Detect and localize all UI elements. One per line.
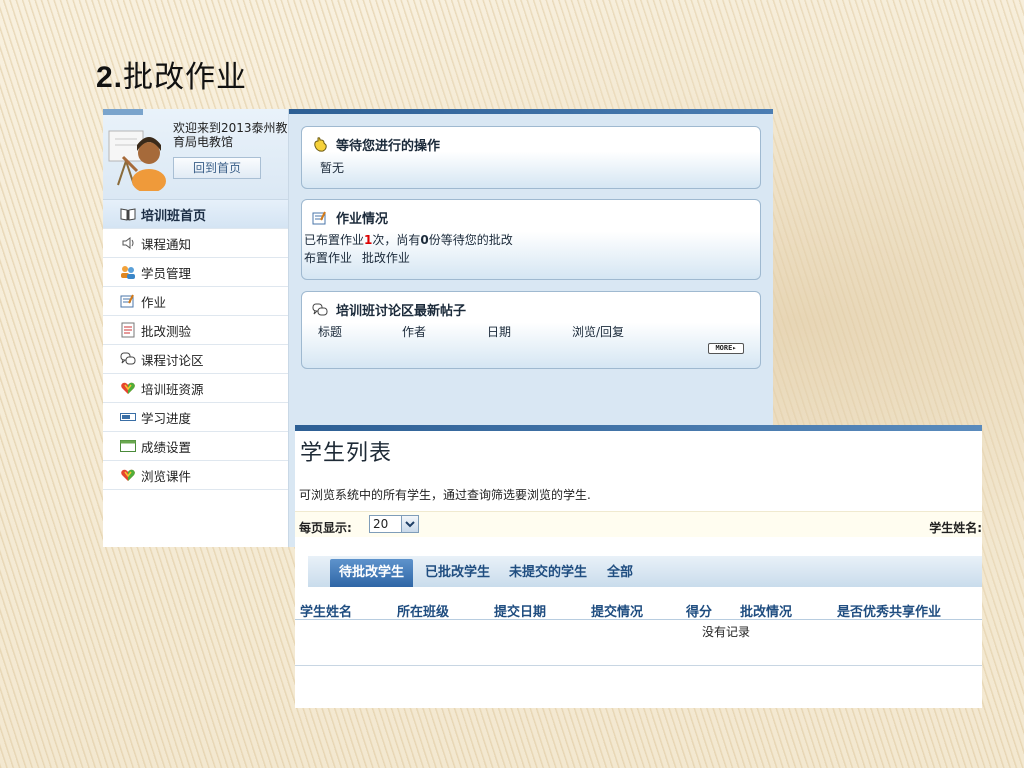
sidebar-item-grade-settings[interactable]: 成绩设置 [103, 432, 288, 461]
chevron-down-icon [401, 516, 418, 532]
teacher-avatar-icon [108, 130, 166, 191]
per-page-value: 20 [373, 517, 389, 531]
forum-title: 培训班讨论区最新帖子 [336, 304, 467, 319]
homework-links: 布置作业 批改作业 [304, 249, 410, 266]
summary-mid: 次，尚有 [372, 233, 421, 247]
assign-homework-link[interactable]: 布置作业 [304, 251, 352, 265]
main-topbar [289, 109, 773, 114]
homework-summary: 已布置作业1次，尚有0份等待您的批改 [304, 231, 513, 248]
sidebar-item-label: 批改测验 [141, 323, 192, 339]
student-name-label: 学生姓名: [929, 521, 982, 535]
col-grading-status[interactable]: 批改情况 [740, 601, 792, 620]
status-tab-bar: 待批改学生 已批改学生 未提交的学生 全部 [308, 556, 982, 587]
homework-icon [120, 293, 136, 309]
sidebar-item-grade-quiz[interactable]: 批改测验 [103, 316, 288, 345]
summary-suffix: 份等待您的批改 [428, 233, 513, 247]
profile-header: 欢迎来到2013泰州教育局电教馆 回到首页 [103, 109, 288, 200]
sidebar-item-label: 浏览课件 [141, 468, 192, 484]
student-table-header: 学生姓名 所在班级 提交日期 提交情况 得分 批改情况 是否优秀共享作业 [295, 598, 982, 620]
sidebar-item-label: 课程通知 [141, 236, 192, 252]
col-submit-status[interactable]: 提交情况 [591, 601, 643, 620]
homework-title: 作业情况 [336, 212, 389, 227]
student-list-title: 学生列表 [300, 441, 393, 466]
slide-number: 2. [96, 61, 124, 94]
filter-bar: 每页显示: 20 学生姓名: [295, 511, 982, 537]
table-divider [295, 665, 982, 666]
sidebar-item-learning-progress[interactable]: 学习进度 [103, 403, 288, 432]
sidebar-item-label: 课程讨论区 [141, 352, 204, 368]
homework-icon [312, 210, 328, 226]
welcome-text: 欢迎来到2013泰州教育局电教馆 [173, 121, 288, 149]
tab-all[interactable]: 全部 [605, 559, 635, 587]
home-button[interactable]: 回到首页 [173, 157, 261, 179]
forum-latest-panel: 培训班讨论区最新帖子 标题 作者 日期 浏览/回复 MORE▸ [301, 291, 761, 369]
pending-text: 暂无 [320, 161, 345, 175]
col-score[interactable]: 得分 [686, 601, 712, 620]
pending-title: 等待您进行的操作 [336, 139, 441, 154]
sidebar-item-label: 作业 [141, 294, 167, 310]
sidebar-item-homework[interactable]: 作业 [103, 287, 288, 316]
sidebar-item-course-forum[interactable]: 课程讨论区 [103, 345, 288, 374]
sidebar-item-student-management[interactable]: 学员管理 [103, 258, 288, 287]
forum-col-views-replies: 浏览/回复 [572, 325, 625, 339]
users-icon [120, 264, 136, 280]
per-page-select[interactable]: 20 [369, 515, 419, 533]
speaker-icon [120, 235, 136, 251]
empty-table-message: 没有记录 [702, 625, 751, 639]
more-button[interactable]: MORE▸ [708, 343, 744, 354]
grade-homework-link[interactable]: 批改作业 [362, 251, 410, 265]
pending-count: 0 [420, 233, 429, 247]
student-list-screenshot: 学生列表 可浏览系统中的所有学生，通过查询筛选要浏览的学生. 每页显示: 20 … [295, 425, 982, 708]
slide-heading: 批改作业 [123, 60, 248, 95]
forum-col-author: 作者 [402, 325, 427, 339]
quiz-icon [120, 322, 136, 338]
sidebar-item-class-resources[interactable]: 培训班资源 [103, 374, 288, 403]
student-list-topbar [295, 425, 982, 431]
col-class[interactable]: 所在班级 [397, 601, 449, 620]
chat-bubbles-icon [120, 351, 136, 367]
tab-graded[interactable]: 已批改学生 [423, 559, 492, 587]
sidebar-item-label: 培训班首页 [141, 208, 207, 224]
panel-title: 等待您进行的操作 [312, 135, 440, 154]
slide-title: 2.批改作业 [96, 52, 247, 96]
panel-title: 培训班讨论区最新帖子 [312, 300, 466, 319]
profile-topbar [103, 109, 143, 115]
sidebar-item-course-notice[interactable]: 课程通知 [103, 229, 288, 258]
heart-icon [120, 467, 136, 483]
summary-prefix: 已布置作业 [304, 233, 365, 247]
table-icon [120, 438, 136, 454]
student-list-description: 可浏览系统中的所有学生，通过查询筛选要浏览的学生. [299, 488, 591, 502]
col-excellent-shared[interactable]: 是否优秀共享作业 [837, 601, 941, 620]
pending-actions-panel: 等待您进行的操作 暂无 [301, 126, 761, 189]
col-submit-date[interactable]: 提交日期 [494, 601, 546, 620]
heart-icon [120, 380, 136, 396]
progress-bar-icon [120, 409, 136, 425]
tab-not-submitted[interactable]: 未提交的学生 [507, 559, 589, 587]
forum-col-date: 日期 [487, 325, 512, 339]
homework-status-panel: 作业情况 已布置作业1次，尚有0份等待您的批改 布置作业 批改作业 [301, 199, 761, 280]
sidebar-item-label: 培训班资源 [141, 381, 204, 397]
sidebar-item-label: 成绩设置 [141, 439, 192, 455]
per-page-label: 每页显示: [299, 521, 352, 535]
sidebar-item-browse-courseware[interactable]: 浏览课件 [103, 461, 288, 490]
col-student-name[interactable]: 学生姓名 [300, 601, 352, 620]
open-book-icon [120, 206, 136, 222]
sidebar-item-class-home[interactable]: 培训班首页 [103, 200, 288, 229]
sidebar: 欢迎来到2013泰州教育局电教馆 回到首页 培训班首页 课程通知 学员管理 作业… [103, 109, 289, 547]
chat-bubbles-icon [312, 302, 328, 318]
panel-title: 作业情况 [312, 208, 388, 227]
sidebar-item-label: 学习进度 [141, 410, 192, 426]
forum-col-title: 标题 [318, 325, 343, 339]
tab-pending-grading[interactable]: 待批改学生 [330, 559, 414, 587]
sidebar-item-label: 学员管理 [141, 265, 192, 281]
hand-icon [312, 136, 328, 153]
